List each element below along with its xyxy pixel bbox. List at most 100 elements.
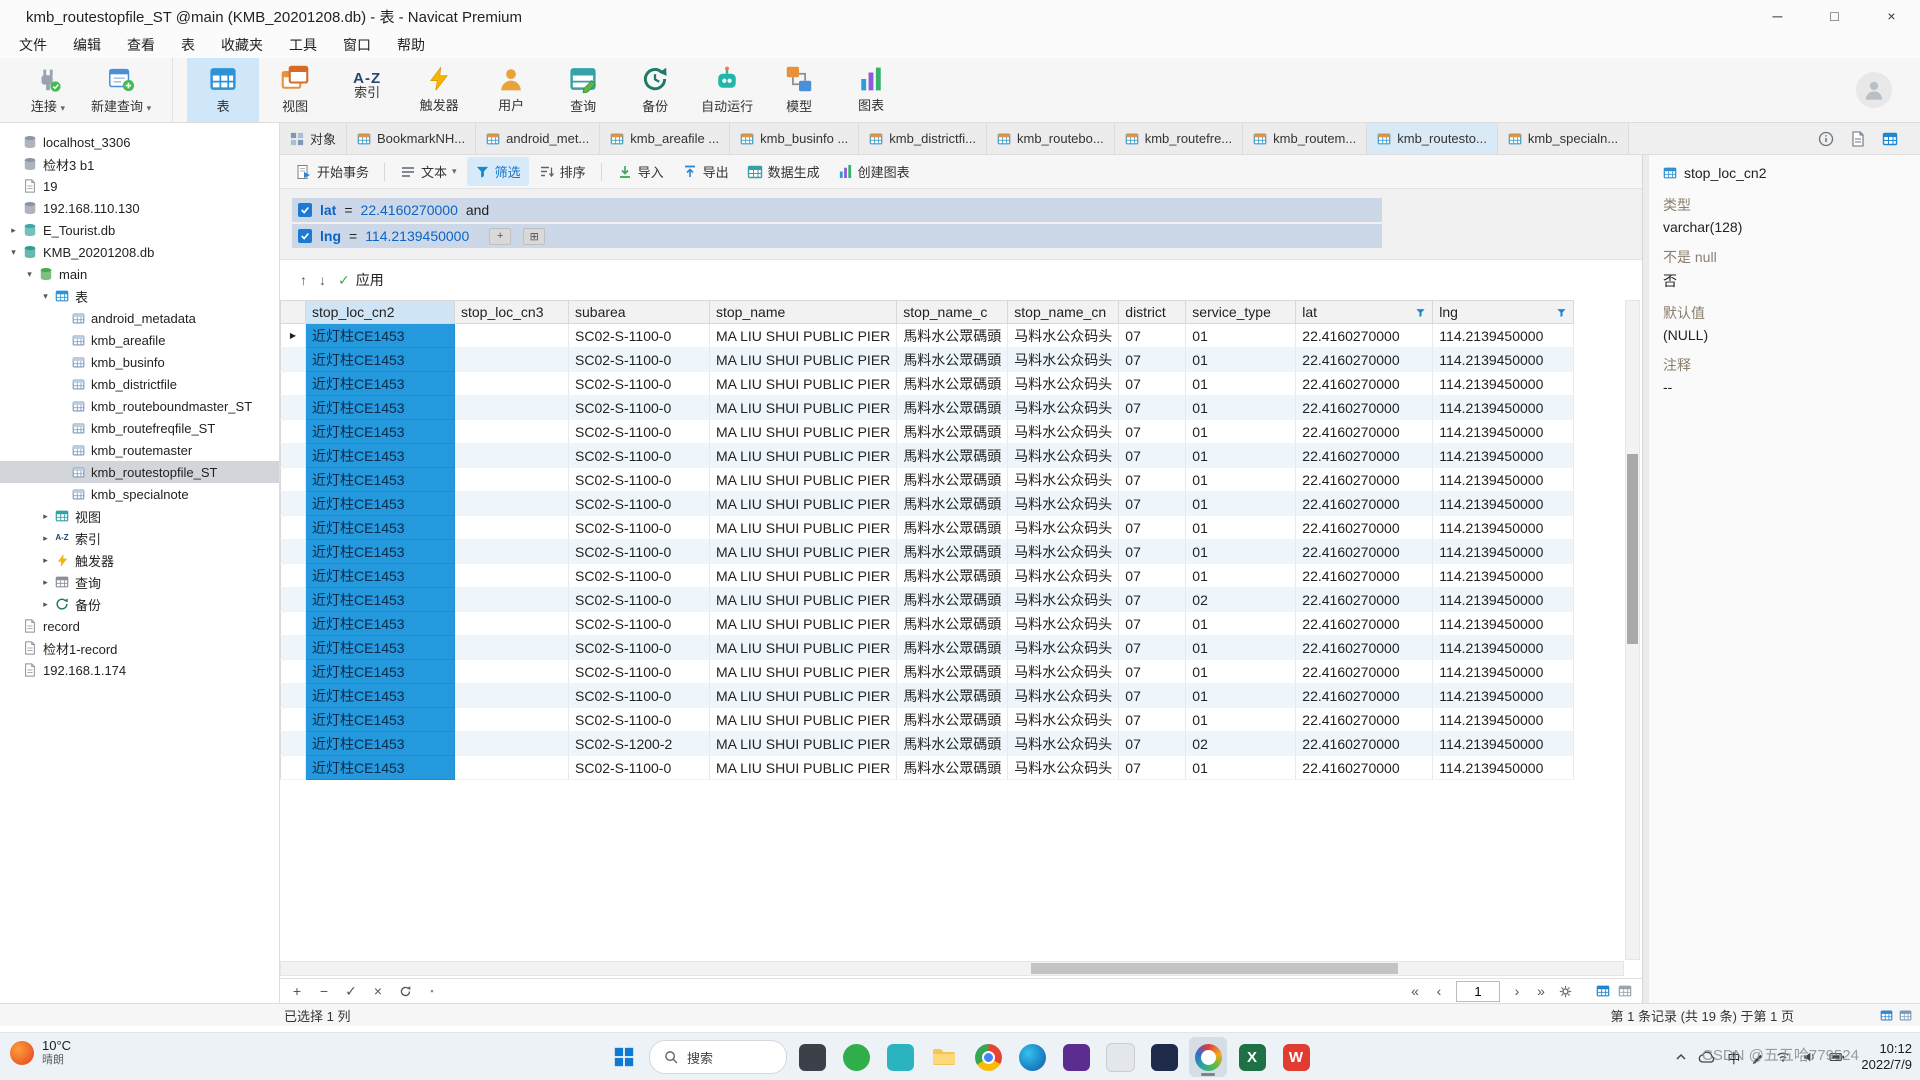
cell-district[interactable]: 07 (1119, 420, 1186, 444)
cell-lat[interactable]: 22.4160270000 (1296, 324, 1433, 348)
vertical-scrollbar-thumb[interactable] (1627, 454, 1638, 644)
tree-expand-icon[interactable]: ▾ (6, 247, 21, 258)
row-marker[interactable] (281, 348, 306, 372)
cell-lng[interactable]: 114.2139450000 (1433, 612, 1574, 636)
toolbar-backup-button[interactable]: 备份 (619, 58, 691, 122)
cell-subarea[interactable]: SC02-S-1100-0 (569, 612, 710, 636)
cell-lng[interactable]: 114.2139450000 (1433, 540, 1574, 564)
cell-stop_loc_cn2[interactable]: 近灯柱CE1453 (306, 756, 455, 780)
data-generation-button[interactable]: 数据生成 (739, 157, 828, 186)
condition-field[interactable]: lat (320, 202, 336, 218)
cell-stop_loc_cn2[interactable]: 近灯柱CE1453 (306, 708, 455, 732)
cell-stop_name_cn[interactable]: 马料水公众码头 (1008, 396, 1119, 420)
cell-service_type[interactable]: 01 (1186, 636, 1296, 660)
tab-kmb_businfo ...[interactable]: kmb_businfo ... (730, 123, 859, 154)
cell-stop_loc_cn3[interactable] (455, 588, 569, 612)
cell-stop_name_c[interactable]: 馬料水公眾碼頭 (897, 708, 1008, 732)
filter-condition-row[interactable]: lng = 114.2139450000 +⊞ (292, 224, 1382, 248)
info-icon[interactable] (1818, 131, 1834, 147)
cell-district[interactable]: 07 (1119, 540, 1186, 564)
tree-expand-icon[interactable]: ▸ (38, 511, 53, 522)
cell-stop_name_c[interactable]: 馬料水公眾碼頭 (897, 756, 1008, 780)
cell-service_type[interactable]: 01 (1186, 708, 1296, 732)
horizontal-scrollbar-thumb[interactable] (1031, 963, 1398, 974)
taskbar-app-app-dark[interactable] (793, 1037, 831, 1077)
tree-item-kmb_districtfile[interactable]: kmb_districtfile (0, 373, 279, 395)
cell-stop_name_c[interactable]: 馬料水公眾碼頭 (897, 348, 1008, 372)
taskbar-app-chrome[interactable] (969, 1037, 1007, 1077)
tab-kmb_routem...[interactable]: kmb_routem... (1243, 123, 1367, 154)
cell-service_type[interactable]: 01 (1186, 540, 1296, 564)
taskbar-clock[interactable]: 10:12 2022/7/9 (1861, 1041, 1912, 1072)
cell-stop_loc_cn2[interactable]: 近灯柱CE1453 (306, 636, 455, 660)
cell-lng[interactable]: 114.2139450000 (1433, 756, 1574, 780)
cell-service_type[interactable]: 01 (1186, 372, 1296, 396)
cell-lat[interactable]: 22.4160270000 (1296, 684, 1433, 708)
toolbar-view-button[interactable]: 视图 (259, 58, 331, 122)
cell-stop_loc_cn2[interactable]: 近灯柱CE1453 (306, 324, 455, 348)
cell-stop_name_cn[interactable]: 马料水公众码头 (1008, 732, 1119, 756)
tree-expand-icon[interactable]: ▸ (38, 533, 53, 544)
tree-item-192.168.1.174[interactable]: 192.168.1.174 (0, 659, 279, 681)
cell-lat[interactable]: 22.4160270000 (1296, 756, 1433, 780)
tab-对象[interactable]: 对象 (280, 123, 347, 154)
cell-lng[interactable]: 114.2139450000 (1433, 684, 1574, 708)
tree-item-kmb_areafile[interactable]: kmb_areafile (0, 329, 279, 351)
tree-expand-icon[interactable]: ▾ (38, 291, 53, 302)
close-button[interactable]: × (1863, 0, 1920, 32)
cell-subarea[interactable]: SC02-S-1100-0 (569, 444, 710, 468)
cell-stop_name_cn[interactable]: 马料水公众码头 (1008, 420, 1119, 444)
cell-service_type[interactable]: 02 (1186, 732, 1296, 756)
cell-service_type[interactable]: 01 (1186, 348, 1296, 372)
cell-district[interactable]: 07 (1119, 468, 1186, 492)
cell-lng[interactable]: 114.2139450000 (1433, 588, 1574, 612)
menu-item-0[interactable]: 文件 (6, 32, 60, 58)
menu-item-6[interactable]: 窗口 (330, 32, 384, 58)
row-marker[interactable] (281, 684, 306, 708)
horizontal-scrollbar[interactable] (280, 961, 1624, 976)
tree-item-19[interactable]: 19 (0, 175, 279, 197)
cell-stop_name[interactable]: MA LIU SHUI PUBLIC PIER (710, 564, 897, 588)
cell-stop_loc_cn2[interactable]: 近灯柱CE1453 (306, 516, 455, 540)
tab-BookmarkNH...[interactable]: BookmarkNH... (347, 123, 476, 154)
cell-subarea[interactable]: SC02-S-1100-0 (569, 492, 710, 516)
cell-stop_name_cn[interactable]: 马料水公众码头 (1008, 516, 1119, 540)
toolbar-user-button[interactable]: 用户 (475, 58, 547, 122)
tree-item-触发器[interactable]: ▸ 触发器 (0, 549, 279, 571)
tree-expand-icon[interactable]: ▸ (38, 599, 53, 610)
cell-stop_loc_cn2[interactable]: 近灯柱CE1453 (306, 372, 455, 396)
row-marker[interactable] (281, 708, 306, 732)
cell-stop_loc_cn2[interactable]: 近灯柱CE1453 (306, 348, 455, 372)
row-marker[interactable] (281, 732, 306, 756)
properties-panel-toggle-icon[interactable] (1882, 131, 1898, 147)
cell-lng[interactable]: 114.2139450000 (1433, 420, 1574, 444)
cell-stop_name[interactable]: MA LIU SHUI PUBLIC PIER (710, 372, 897, 396)
cell-lng[interactable]: 114.2139450000 (1433, 396, 1574, 420)
cell-stop_name[interactable]: MA LIU SHUI PUBLIC PIER (710, 660, 897, 684)
cell-stop_loc_cn3[interactable] (455, 540, 569, 564)
tree-item-kmb_businfo[interactable]: kmb_businfo (0, 351, 279, 373)
cell-stop_loc_cn2[interactable]: 近灯柱CE1453 (306, 612, 455, 636)
create-chart-button[interactable]: 创建图表 (830, 157, 918, 186)
vertical-scrollbar[interactable] (1625, 300, 1640, 960)
cell-service_type[interactable]: 01 (1186, 468, 1296, 492)
cell-stop_loc_cn2[interactable]: 近灯柱CE1453 (306, 684, 455, 708)
cell-stop_name_cn[interactable]: 马料水公众码头 (1008, 468, 1119, 492)
cell-lat[interactable]: 22.4160270000 (1296, 372, 1433, 396)
cell-stop_name_cn[interactable]: 马料水公众码头 (1008, 324, 1119, 348)
cell-district[interactable]: 07 (1119, 564, 1186, 588)
cell-stop_name_c[interactable]: 馬料水公眾碼頭 (897, 468, 1008, 492)
cell-stop_name[interactable]: MA LIU SHUI PUBLIC PIER (710, 420, 897, 444)
cell-stop_loc_cn3[interactable] (455, 564, 569, 588)
cell-stop_loc_cn3[interactable] (455, 468, 569, 492)
grid-view-statusbar-icon[interactable] (1880, 1009, 1893, 1022)
cell-stop_loc_cn2[interactable]: 近灯柱CE1453 (306, 396, 455, 420)
add-condition-button[interactable]: + (489, 228, 511, 245)
text-button[interactable]: 文本▾ (392, 157, 465, 186)
tree-item-kmb_routemaster[interactable]: kmb_routemaster (0, 439, 279, 461)
cell-stop_loc_cn3[interactable] (455, 396, 569, 420)
cell-subarea[interactable]: SC02-S-1200-2 (569, 732, 710, 756)
tree-item-备份[interactable]: ▸ 备份 (0, 593, 279, 615)
import-button[interactable]: 导入 (609, 157, 672, 186)
toolbar-automation-button[interactable]: 自动运行 (691, 58, 763, 122)
